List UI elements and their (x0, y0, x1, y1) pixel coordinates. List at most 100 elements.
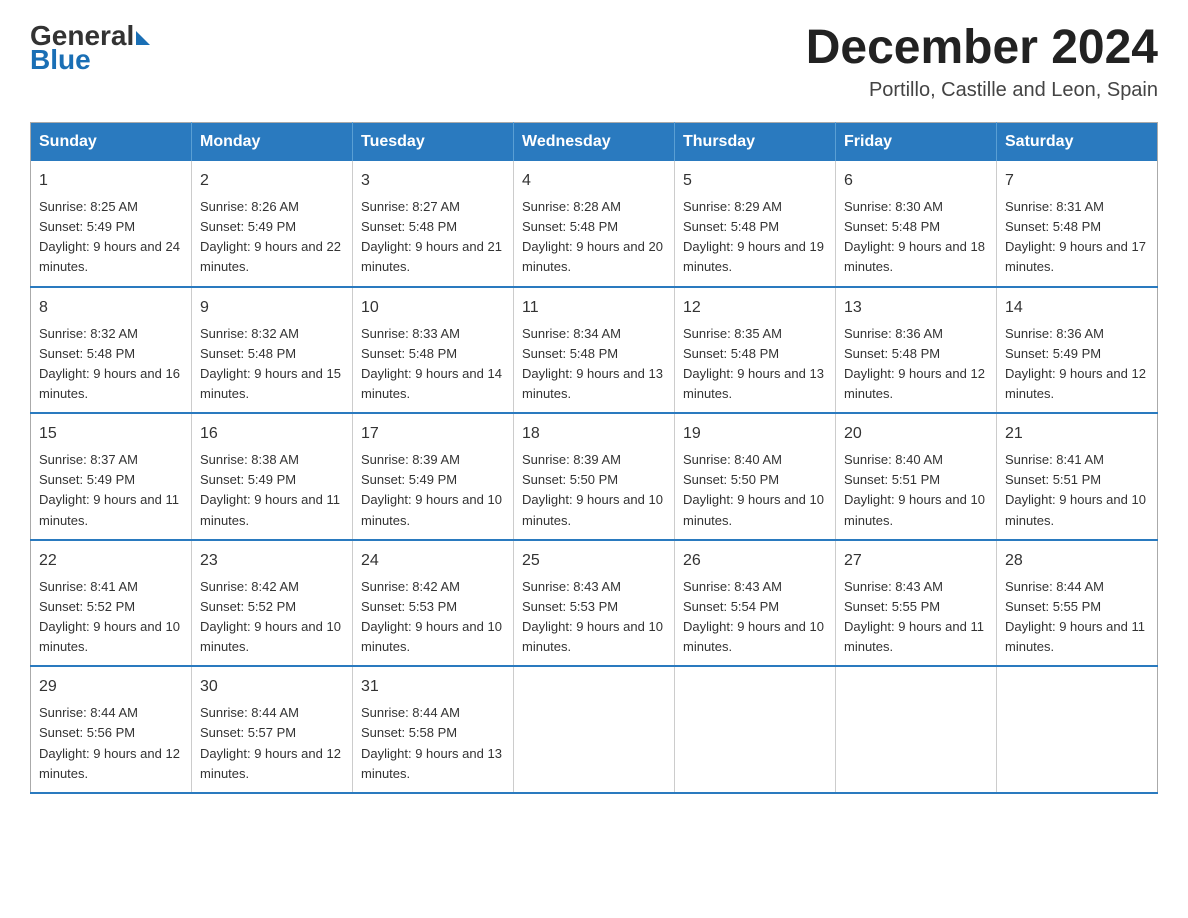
day-number: 17 (361, 422, 505, 446)
day-info: Sunrise: 8:30 AMSunset: 5:48 PMDaylight:… (844, 199, 985, 274)
logo: General Blue (30, 20, 150, 76)
calendar-week-row: 29 Sunrise: 8:44 AMSunset: 5:56 PMDaylig… (31, 666, 1158, 793)
table-row: 21 Sunrise: 8:41 AMSunset: 5:51 PMDaylig… (997, 413, 1158, 540)
day-number: 12 (683, 296, 827, 320)
col-saturday: Saturday (997, 123, 1158, 162)
day-number: 10 (361, 296, 505, 320)
day-number: 22 (39, 549, 183, 573)
day-info: Sunrise: 8:44 AMSunset: 5:57 PMDaylight:… (200, 705, 341, 780)
day-number: 2 (200, 169, 344, 193)
day-info: Sunrise: 8:33 AMSunset: 5:48 PMDaylight:… (361, 326, 502, 401)
day-number: 3 (361, 169, 505, 193)
table-row: 26 Sunrise: 8:43 AMSunset: 5:54 PMDaylig… (675, 540, 836, 667)
table-row: 11 Sunrise: 8:34 AMSunset: 5:48 PMDaylig… (514, 287, 675, 414)
table-row: 27 Sunrise: 8:43 AMSunset: 5:55 PMDaylig… (836, 540, 997, 667)
day-number: 19 (683, 422, 827, 446)
logo-arrow-icon (136, 31, 150, 45)
col-monday: Monday (192, 123, 353, 162)
table-row: 31 Sunrise: 8:44 AMSunset: 5:58 PMDaylig… (353, 666, 514, 793)
table-row: 24 Sunrise: 8:42 AMSunset: 5:53 PMDaylig… (353, 540, 514, 667)
page-header: General Blue December 2024 Portillo, Cas… (30, 20, 1158, 102)
day-number: 13 (844, 296, 988, 320)
table-row: 28 Sunrise: 8:44 AMSunset: 5:55 PMDaylig… (997, 540, 1158, 667)
day-number: 1 (39, 169, 183, 193)
day-number: 29 (39, 675, 183, 699)
table-row (997, 666, 1158, 793)
table-row (514, 666, 675, 793)
day-info: Sunrise: 8:41 AMSunset: 5:52 PMDaylight:… (39, 579, 180, 654)
table-row: 20 Sunrise: 8:40 AMSunset: 5:51 PMDaylig… (836, 413, 997, 540)
day-number: 5 (683, 169, 827, 193)
day-info: Sunrise: 8:41 AMSunset: 5:51 PMDaylight:… (1005, 452, 1146, 527)
day-info: Sunrise: 8:44 AMSunset: 5:58 PMDaylight:… (361, 705, 502, 780)
day-info: Sunrise: 8:36 AMSunset: 5:48 PMDaylight:… (844, 326, 985, 401)
day-number: 31 (361, 675, 505, 699)
title-section: December 2024 Portillo, Castille and Leo… (806, 20, 1158, 102)
day-info: Sunrise: 8:43 AMSunset: 5:53 PMDaylight:… (522, 579, 663, 654)
table-row: 8 Sunrise: 8:32 AMSunset: 5:48 PMDayligh… (31, 287, 192, 414)
day-number: 15 (39, 422, 183, 446)
day-info: Sunrise: 8:27 AMSunset: 5:48 PMDaylight:… (361, 199, 502, 274)
calendar-header-row: Sunday Monday Tuesday Wednesday Thursday… (31, 123, 1158, 162)
table-row: 17 Sunrise: 8:39 AMSunset: 5:49 PMDaylig… (353, 413, 514, 540)
day-info: Sunrise: 8:44 AMSunset: 5:55 PMDaylight:… (1005, 579, 1145, 654)
table-row: 4 Sunrise: 8:28 AMSunset: 5:48 PMDayligh… (514, 161, 675, 287)
table-row: 13 Sunrise: 8:36 AMSunset: 5:48 PMDaylig… (836, 287, 997, 414)
location-subtitle: Portillo, Castille and Leon, Spain (806, 79, 1158, 102)
calendar-week-row: 8 Sunrise: 8:32 AMSunset: 5:48 PMDayligh… (31, 287, 1158, 414)
col-sunday: Sunday (31, 123, 192, 162)
table-row (675, 666, 836, 793)
table-row: 7 Sunrise: 8:31 AMSunset: 5:48 PMDayligh… (997, 161, 1158, 287)
calendar-week-row: 22 Sunrise: 8:41 AMSunset: 5:52 PMDaylig… (31, 540, 1158, 667)
day-number: 7 (1005, 169, 1149, 193)
table-row: 15 Sunrise: 8:37 AMSunset: 5:49 PMDaylig… (31, 413, 192, 540)
calendar-table: Sunday Monday Tuesday Wednesday Thursday… (30, 122, 1158, 794)
col-friday: Friday (836, 123, 997, 162)
day-info: Sunrise: 8:35 AMSunset: 5:48 PMDaylight:… (683, 326, 824, 401)
col-thursday: Thursday (675, 123, 836, 162)
day-number: 21 (1005, 422, 1149, 446)
col-tuesday: Tuesday (353, 123, 514, 162)
day-number: 11 (522, 296, 666, 320)
day-info: Sunrise: 8:36 AMSunset: 5:49 PMDaylight:… (1005, 326, 1146, 401)
day-number: 9 (200, 296, 344, 320)
table-row (836, 666, 997, 793)
calendar-week-row: 15 Sunrise: 8:37 AMSunset: 5:49 PMDaylig… (31, 413, 1158, 540)
table-row: 19 Sunrise: 8:40 AMSunset: 5:50 PMDaylig… (675, 413, 836, 540)
month-year-title: December 2024 (806, 20, 1158, 75)
day-info: Sunrise: 8:43 AMSunset: 5:54 PMDaylight:… (683, 579, 824, 654)
day-number: 6 (844, 169, 988, 193)
day-info: Sunrise: 8:39 AMSunset: 5:49 PMDaylight:… (361, 452, 502, 527)
table-row: 9 Sunrise: 8:32 AMSunset: 5:48 PMDayligh… (192, 287, 353, 414)
day-number: 28 (1005, 549, 1149, 573)
day-info: Sunrise: 8:43 AMSunset: 5:55 PMDaylight:… (844, 579, 984, 654)
calendar-week-row: 1 Sunrise: 8:25 AMSunset: 5:49 PMDayligh… (31, 161, 1158, 287)
day-info: Sunrise: 8:40 AMSunset: 5:51 PMDaylight:… (844, 452, 985, 527)
day-info: Sunrise: 8:32 AMSunset: 5:48 PMDaylight:… (200, 326, 341, 401)
day-info: Sunrise: 8:42 AMSunset: 5:53 PMDaylight:… (361, 579, 502, 654)
day-info: Sunrise: 8:26 AMSunset: 5:49 PMDaylight:… (200, 199, 341, 274)
day-info: Sunrise: 8:44 AMSunset: 5:56 PMDaylight:… (39, 705, 180, 780)
day-info: Sunrise: 8:39 AMSunset: 5:50 PMDaylight:… (522, 452, 663, 527)
table-row: 3 Sunrise: 8:27 AMSunset: 5:48 PMDayligh… (353, 161, 514, 287)
day-info: Sunrise: 8:38 AMSunset: 5:49 PMDaylight:… (200, 452, 340, 527)
table-row: 22 Sunrise: 8:41 AMSunset: 5:52 PMDaylig… (31, 540, 192, 667)
table-row: 2 Sunrise: 8:26 AMSunset: 5:49 PMDayligh… (192, 161, 353, 287)
col-wednesday: Wednesday (514, 123, 675, 162)
day-number: 27 (844, 549, 988, 573)
day-number: 4 (522, 169, 666, 193)
table-row: 6 Sunrise: 8:30 AMSunset: 5:48 PMDayligh… (836, 161, 997, 287)
day-number: 26 (683, 549, 827, 573)
day-info: Sunrise: 8:40 AMSunset: 5:50 PMDaylight:… (683, 452, 824, 527)
day-number: 8 (39, 296, 183, 320)
logo-blue-label: Blue (30, 44, 91, 76)
day-number: 30 (200, 675, 344, 699)
table-row: 30 Sunrise: 8:44 AMSunset: 5:57 PMDaylig… (192, 666, 353, 793)
day-info: Sunrise: 8:25 AMSunset: 5:49 PMDaylight:… (39, 199, 180, 274)
table-row: 18 Sunrise: 8:39 AMSunset: 5:50 PMDaylig… (514, 413, 675, 540)
day-info: Sunrise: 8:37 AMSunset: 5:49 PMDaylight:… (39, 452, 179, 527)
day-number: 18 (522, 422, 666, 446)
table-row: 1 Sunrise: 8:25 AMSunset: 5:49 PMDayligh… (31, 161, 192, 287)
day-info: Sunrise: 8:32 AMSunset: 5:48 PMDaylight:… (39, 326, 180, 401)
day-number: 23 (200, 549, 344, 573)
